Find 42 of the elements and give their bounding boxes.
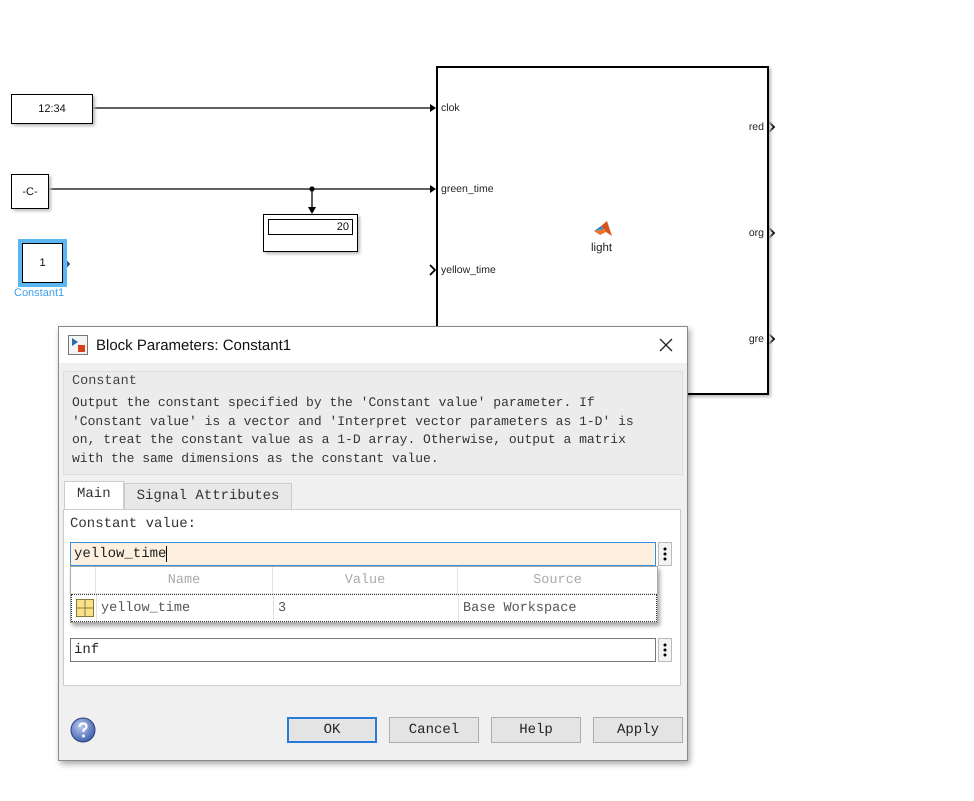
tab[interactable]: Main — [64, 481, 124, 509]
dialog-button[interactable]: Cancel — [389, 717, 479, 743]
membrane-icon — [593, 220, 613, 238]
help-icon[interactable] — [70, 717, 96, 743]
column-header: Name — [96, 567, 273, 593]
port-label: org — [748, 227, 764, 239]
description-text: Output the constant specified by the 'Constant value' parameter. If 'Constant value' is a vector and 'Interpret vector parameters as 1-D' is on, treat the constant value as a 1-D array. Otherwise, output a matrix with the same dimensions as the constant value. — [72, 394, 635, 468]
field-label: Constant value: — [70, 516, 198, 534]
block-name: light — [591, 242, 612, 254]
close-icon[interactable] — [659, 338, 673, 352]
clock-block[interactable]: 12:34 — [11, 94, 93, 124]
constant-block[interactable]: -C- — [11, 174, 49, 209]
window-title: Block Parameters: Constant1 — [96, 336, 292, 354]
port-label: yellow_time — [441, 264, 496, 276]
column-header: Value — [273, 567, 458, 593]
block-label: Constant1 — [14, 287, 64, 299]
port-label: green_time — [441, 183, 494, 195]
port-label: clok — [441, 102, 460, 114]
more-icon[interactable] — [658, 638, 672, 662]
port-icon — [768, 227, 776, 239]
column-header: Source — [532, 572, 583, 590]
dialog-button[interactable]: Apply — [593, 717, 683, 743]
port-icon — [768, 121, 776, 133]
port-label: gre — [748, 333, 764, 345]
dialog-button[interactable]: OK — [287, 717, 377, 743]
variable-icon — [76, 599, 94, 617]
port-icon — [429, 264, 436, 276]
tab[interactable]: Signal Attributes — [124, 483, 292, 509]
input-field[interactable]: yellow_time — [70, 542, 656, 566]
port-label: red — [748, 121, 764, 133]
port-icon — [768, 333, 776, 345]
suggestion-row[interactable]: yellow_time 3 Base Workspace — [71, 594, 657, 622]
display-value: 20 — [268, 219, 353, 235]
input-field[interactable]: inf — [70, 638, 656, 662]
table-cell-text: Base Workspace — [462, 600, 578, 618]
branch-line — [308, 186, 316, 214]
block-icon — [68, 335, 88, 355]
table-cell: yellow_time — [97, 595, 274, 621]
table-cell: 3 — [274, 595, 459, 621]
more-icon[interactable] — [658, 542, 672, 566]
dialog-button[interactable]: Help — [491, 717, 581, 743]
display-block[interactable]: 20 — [263, 214, 358, 252]
